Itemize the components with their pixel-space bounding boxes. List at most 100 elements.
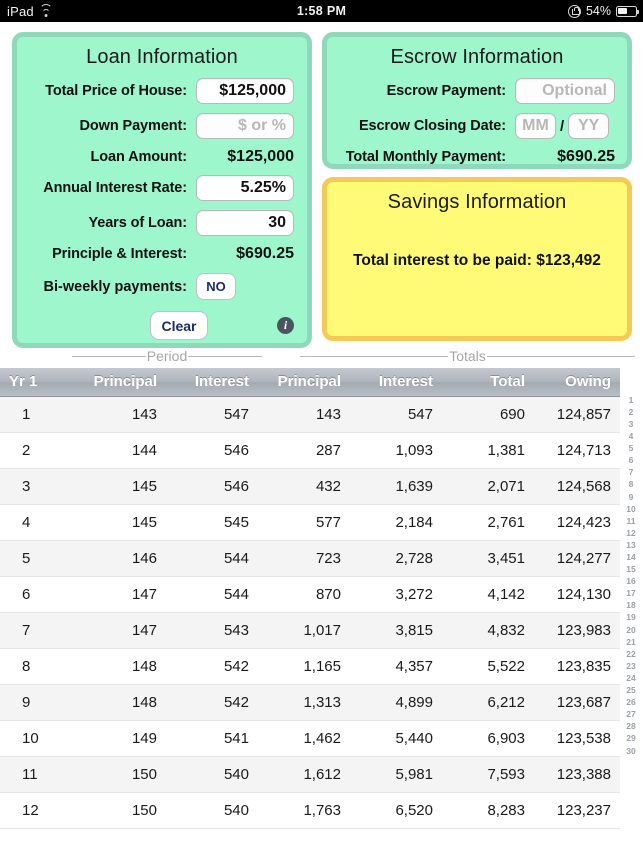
table-header-principal-1[interactable]: Principal bbox=[74, 368, 166, 397]
table-header-yr-1-0[interactable]: Yr 1 bbox=[0, 368, 74, 397]
section-index-item[interactable]: 10 bbox=[626, 505, 635, 514]
table-cell: 546 bbox=[166, 468, 258, 505]
table-cell: 540 bbox=[166, 792, 258, 829]
down-payment-input[interactable]: $ or % bbox=[196, 113, 294, 139]
section-index-item[interactable]: 3 bbox=[629, 420, 634, 429]
table-header-interest-2[interactable]: Interest bbox=[166, 368, 258, 397]
table-cell: 1,093 bbox=[350, 432, 442, 469]
table-header-total-5[interactable]: Total bbox=[442, 368, 534, 397]
table-cell: 432 bbox=[258, 468, 350, 505]
row-total-price: Total Price of House: $125,000 bbox=[17, 78, 307, 104]
interest-rate-label: Annual Interest Rate: bbox=[43, 180, 187, 196]
years-of-loan-input[interactable]: 30 bbox=[196, 210, 294, 236]
group-dash-left bbox=[72, 355, 146, 357]
table-cell: 545 bbox=[166, 504, 258, 541]
section-index-item[interactable]: 27 bbox=[626, 710, 635, 719]
table-header-interest-4[interactable]: Interest bbox=[350, 368, 442, 397]
section-index-item[interactable]: 1 bbox=[629, 396, 634, 405]
table-body: 1 143 547 143 547 690 124,857 2 144 546 287 1,093 1,… bbox=[0, 396, 620, 829]
section-index-item[interactable]: 8 bbox=[629, 480, 634, 489]
section-index-item[interactable]: 22 bbox=[626, 650, 635, 659]
row-interest-rate: Annual Interest Rate: 5.25% bbox=[17, 175, 307, 201]
section-index-item[interactable]: 30 bbox=[626, 747, 635, 756]
section-index-item[interactable]: 5 bbox=[629, 444, 634, 453]
row-escrow-closing-date: Escrow Closing Date: MM / YY bbox=[327, 113, 627, 139]
table-row[interactable]: 7 147 543 1,017 3,815 4,832 123,983 bbox=[0, 612, 620, 649]
table-cell: 143 bbox=[74, 396, 166, 433]
section-index-item[interactable]: 20 bbox=[626, 626, 635, 635]
battery-percent-label: 54% bbox=[585, 4, 611, 18]
section-index-item[interactable]: 9 bbox=[629, 493, 634, 502]
section-index-item[interactable]: 15 bbox=[626, 565, 635, 574]
table-head: Yr 1 Principal Interest Principal Interest To… bbox=[0, 368, 620, 397]
section-index-item[interactable]: 6 bbox=[629, 456, 634, 465]
section-index-item[interactable]: 13 bbox=[626, 541, 635, 550]
interest-rate-input[interactable]: 5.25% bbox=[196, 175, 294, 201]
section-index-item[interactable]: 24 bbox=[626, 674, 635, 683]
table-row[interactable]: 6 147 544 870 3,272 4,142 124,130 bbox=[0, 576, 620, 613]
row-principle-interest: Principle & Interest: $690.25 bbox=[17, 245, 307, 263]
section-index-item[interactable]: 28 bbox=[626, 722, 635, 731]
section-index-item[interactable]: 29 bbox=[626, 734, 635, 743]
section-index-item[interactable]: 26 bbox=[626, 698, 635, 707]
section-index-item[interactable]: 2 bbox=[629, 408, 634, 417]
table-cell: 1,612 bbox=[258, 756, 350, 793]
section-index-item[interactable]: 4 bbox=[629, 432, 634, 441]
table-cell: 124,423 bbox=[534, 504, 620, 541]
table-row[interactable]: 8 148 542 1,165 4,357 5,522 123,835 bbox=[0, 648, 620, 685]
table-cell: 544 bbox=[166, 576, 258, 613]
section-index-item[interactable]: 25 bbox=[626, 686, 635, 695]
table-cell: 123,388 bbox=[534, 756, 620, 793]
clear-button[interactable]: Clear bbox=[150, 311, 208, 340]
row-total-monthly-payment: Total Monthly Payment: $690.25 bbox=[327, 148, 627, 166]
table-cell: 124,130 bbox=[534, 576, 620, 613]
section-index-item[interactable]: 12 bbox=[626, 529, 635, 538]
table-cell: 123,538 bbox=[534, 720, 620, 757]
escrow-closing-month-input[interactable]: MM bbox=[515, 113, 556, 139]
group-period-text: Period bbox=[146, 348, 188, 364]
section-index-item[interactable]: 18 bbox=[626, 601, 635, 610]
section-index-strip[interactable]: 1 2 3 4 5 6 7 8 9 10 11 12 13 14 15 16 17 18 19 20 21 22 23 24 2… bbox=[621, 394, 641, 757]
table-header-owing-6[interactable]: Owing bbox=[534, 368, 620, 397]
table-row[interactable]: 12 150 540 1,763 6,520 8,283 123,237 bbox=[0, 792, 620, 829]
table-header-principal-3[interactable]: Principal bbox=[258, 368, 350, 397]
section-index-item[interactable]: 7 bbox=[629, 468, 634, 477]
escrow-closing-year-input[interactable]: YY bbox=[568, 113, 610, 139]
table-cell: 1,639 bbox=[350, 468, 442, 505]
total-monthly-payment-label: Total Monthly Payment: bbox=[345, 149, 506, 165]
date-separator: / bbox=[560, 117, 565, 135]
table-cell: 7 bbox=[0, 612, 74, 649]
table-cell: 146 bbox=[74, 540, 166, 577]
section-index-item[interactable]: 23 bbox=[626, 662, 635, 671]
total-price-input[interactable]: $125,000 bbox=[196, 78, 294, 104]
section-index-item[interactable]: 16 bbox=[626, 577, 635, 586]
table-cell: 124,277 bbox=[534, 540, 620, 577]
table-cell: 4,142 bbox=[442, 576, 534, 613]
table-row[interactable]: 2 144 546 287 1,093 1,381 124,713 bbox=[0, 432, 620, 469]
table-row[interactable]: 10 149 541 1,462 5,440 6,903 123,538 bbox=[0, 720, 620, 757]
escrow-payment-input[interactable]: Optional bbox=[515, 78, 615, 104]
table-row[interactable]: 9 148 542 1,313 4,899 6,212 123,687 bbox=[0, 684, 620, 721]
table-row[interactable]: 4 145 545 577 2,184 2,761 124,423 bbox=[0, 504, 620, 541]
section-index-item[interactable]: 21 bbox=[626, 638, 635, 647]
section-index-item[interactable]: 11 bbox=[627, 517, 636, 526]
table-row[interactable]: 5 146 544 723 2,728 3,451 124,277 bbox=[0, 540, 620, 577]
section-index-item[interactable]: 14 bbox=[626, 553, 635, 562]
table-cell: 870 bbox=[258, 576, 350, 613]
info-icon[interactable]: i bbox=[277, 317, 294, 334]
biweekly-toggle[interactable]: NO bbox=[196, 273, 236, 300]
section-index-item[interactable]: 19 bbox=[626, 613, 635, 622]
section-index-item[interactable]: 17 bbox=[626, 589, 635, 598]
table-row[interactable]: 11 150 540 1,612 5,981 7,593 123,388 bbox=[0, 756, 620, 793]
table-cell: 9 bbox=[0, 684, 74, 721]
table-row[interactable]: 3 145 546 432 1,639 2,071 124,568 bbox=[0, 468, 620, 505]
table-cell: 1 bbox=[0, 396, 74, 433]
table-cell: 3,815 bbox=[350, 612, 442, 649]
group-dash-left bbox=[300, 355, 449, 357]
table-cell: 1,763 bbox=[258, 792, 350, 829]
group-dash-right bbox=[486, 355, 636, 357]
table-row[interactable]: 1 143 547 143 547 690 124,857 bbox=[0, 396, 620, 433]
table-cell: 145 bbox=[74, 468, 166, 505]
amortization-table: Yr 1 Principal Interest Principal Interest To… bbox=[0, 368, 620, 829]
table-cell: 150 bbox=[74, 756, 166, 793]
